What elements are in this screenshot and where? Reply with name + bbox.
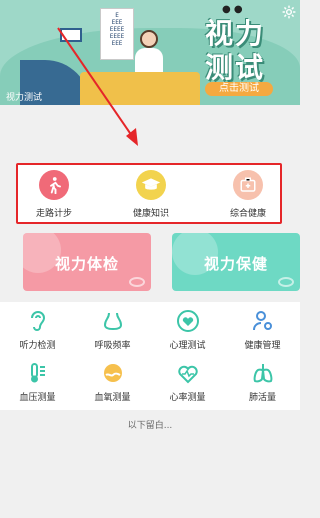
grid-item-label: 血氧测量	[94, 393, 131, 403]
eye-icon	[278, 277, 294, 287]
grid-item-label: 血压测量	[19, 393, 56, 403]
eye-icon	[129, 277, 145, 287]
heart-rate-icon	[177, 362, 199, 384]
quick-menu-highlighted: 走路计步 健康知识 综合健康	[16, 163, 282, 224]
graduation-cap-icon	[136, 170, 166, 200]
lungs-breath-icon	[102, 310, 124, 332]
grid-item-label: 呼吸频率	[94, 341, 131, 351]
heart-icon	[176, 310, 199, 332]
medical-kit-icon	[233, 170, 263, 200]
quick-item-health-knowledge[interactable]: 健康知识	[111, 170, 191, 219]
annotation-arrow	[57, 27, 138, 146]
oxygen-icon	[102, 362, 124, 384]
walking-person-icon	[39, 170, 69, 200]
quick-item-label: 综合健康	[229, 209, 266, 219]
grid-item-blood-pressure[interactable]: 血压测量	[0, 362, 75, 403]
grid-item-label: 听力检测	[19, 341, 56, 351]
grid-item-hearing[interactable]: 听力检测	[0, 310, 75, 351]
grid-item-label: 肺活量	[248, 393, 276, 403]
ear-icon	[27, 310, 49, 332]
person-gear-icon	[252, 310, 274, 332]
quick-item-label: 走路计步	[35, 209, 72, 219]
health-feature-grid: 听力检测 呼吸频率 心理测试 健康管理 血压测量 血氧测量 心率测量 肺活量	[0, 302, 300, 410]
grid-item-label: 心理测试	[169, 341, 206, 351]
grid-item-breath-rate[interactable]: 呼吸频率	[75, 310, 150, 351]
grid-item-label: 健康管理	[244, 341, 281, 351]
grid-item-blood-oxygen[interactable]: 血氧测量	[75, 362, 150, 403]
vision-check-card[interactable]: 视力体检	[23, 233, 151, 291]
grid-item-health-management[interactable]: 健康管理	[225, 310, 300, 351]
vision-care-card[interactable]: 视力保健	[172, 233, 300, 291]
footer-placeholder-text: 以下留白...	[127, 421, 173, 431]
vision-care-label: 视力保健	[203, 255, 268, 273]
quick-item-walking[interactable]: 走路计步	[14, 170, 94, 219]
vision-check-label: 视力体检	[54, 255, 119, 273]
grid-item-lung-capacity[interactable]: 肺活量	[225, 362, 300, 403]
grid-item-label: 心率测量	[169, 393, 206, 403]
grid-item-psych-test[interactable]: 心理测试	[150, 310, 225, 351]
grid-item-heart-rate[interactable]: 心率测量	[150, 362, 225, 403]
lungs-icon	[252, 362, 274, 384]
thermometer-icon	[27, 362, 49, 384]
quick-item-general-health[interactable]: 综合健康	[208, 170, 288, 219]
quick-item-label: 健康知识	[132, 209, 169, 219]
